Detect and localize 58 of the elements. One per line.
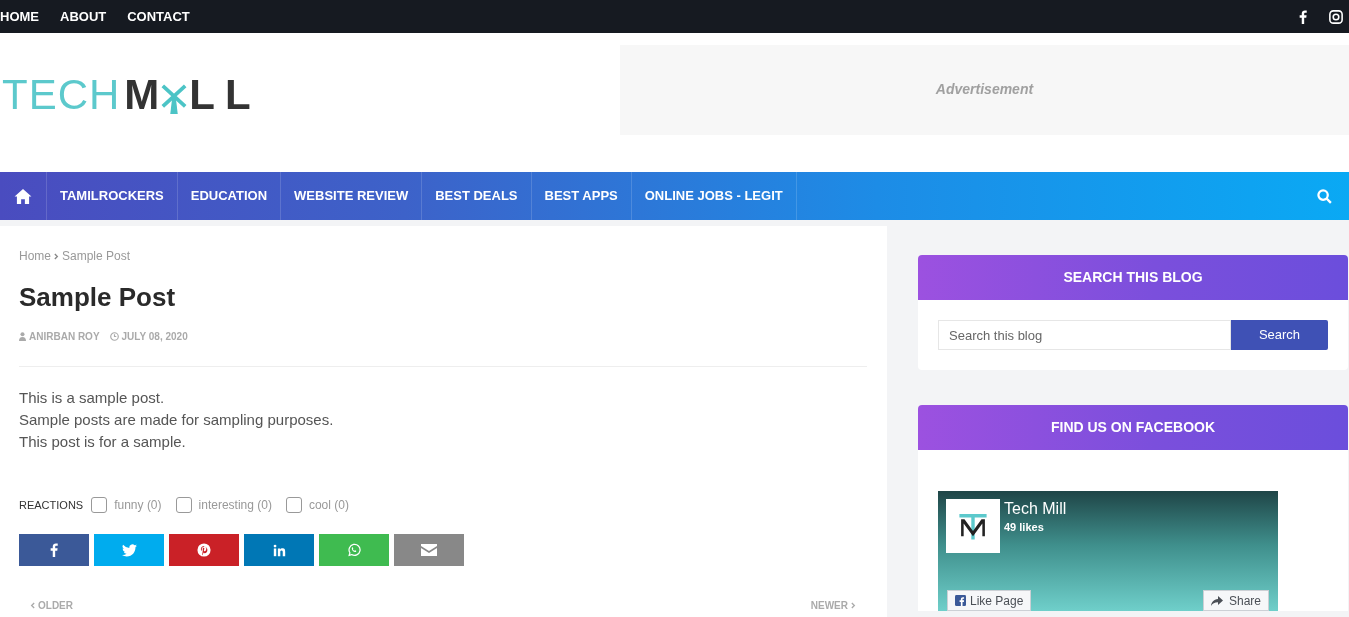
- linkedin-share-button[interactable]: [244, 534, 314, 566]
- nav-link[interactable]: EDUCATION: [177, 172, 282, 220]
- windmill-icon: [160, 82, 189, 115]
- instagram-link[interactable]: [1329, 9, 1343, 24]
- facebook-share-button[interactable]: [19, 534, 89, 566]
- reaction-label: cool (0): [308, 497, 349, 514]
- nav-link[interactable]: TAMILROCKERS: [47, 172, 178, 220]
- facebook-likes-count: 49 likes: [1004, 520, 1045, 535]
- reactions-label: REACTIONS: [19, 497, 84, 513]
- widget-title: FIND US ON FACEBOOK: [1050, 418, 1216, 437]
- facebook-page-name[interactable]: Tech Mill: [1004, 499, 1067, 519]
- share-arrow-icon: [1210, 595, 1223, 606]
- reaction-checkbox[interactable]: [175, 497, 192, 513]
- linkedin-icon: [272, 543, 286, 557]
- envelope-icon: [421, 544, 437, 556]
- home-icon: [14, 188, 32, 204]
- post-paragraph: This post is for a sample.: [19, 432, 187, 452]
- facebook-icon: [955, 595, 966, 606]
- post-paragraph: This is a sample post.: [19, 388, 166, 408]
- reaction-label: funny (0): [114, 497, 162, 514]
- chevron-right-icon: [54, 252, 59, 260]
- facebook-icon: [1299, 9, 1307, 24]
- top-menu-link[interactable]: CONTACT: [127, 6, 190, 27]
- whatsapp-share-button[interactable]: [319, 534, 389, 566]
- breadcrumb-current: Sample Post: [62, 248, 131, 265]
- reaction-checkbox[interactable]: [91, 497, 108, 513]
- post-paragraph: Sample posts are made for sampling purposes.: [19, 410, 335, 430]
- whatsapp-icon: [347, 543, 361, 557]
- clock-icon: [109, 332, 119, 341]
- search-field[interactable]: Search this blog: [938, 320, 1231, 350]
- post-title: Sample Post: [19, 281, 177, 313]
- top-menu-link[interactable]: HOME: [0, 6, 39, 27]
- chevron-left-icon: [30, 602, 35, 609]
- nav-link[interactable]: BEST DEALS: [422, 172, 532, 220]
- pinterest-icon: [197, 543, 211, 557]
- bird-icon: [121, 543, 137, 557]
- pinterest-share-button[interactable]: [169, 534, 239, 566]
- reaction-label: interesting (0): [198, 497, 272, 514]
- widget-title: SEARCH THIS BLOG: [1063, 268, 1203, 287]
- nav-link[interactable]: ONLINE JOBS - LEGIT: [631, 172, 797, 220]
- post-date: JULY 08, 2020: [121, 330, 188, 344]
- search-icon[interactable]: [1317, 188, 1332, 204]
- reaction-checkbox[interactable]: [285, 497, 302, 513]
- facebook-link[interactable]: [1299, 9, 1307, 24]
- advertisement-label: Advertisement: [935, 80, 1034, 99]
- instagram-icon: [1329, 9, 1343, 24]
- search-button[interactable]: Search: [1231, 320, 1328, 350]
- nav-link[interactable]: BEST APPS: [531, 172, 632, 220]
- like-page-button[interactable]: Like Page: [947, 590, 1032, 611]
- facebook-icon: [50, 543, 58, 557]
- chevron-right-icon: [851, 602, 856, 609]
- share-button[interactable]: Share: [1202, 590, 1269, 611]
- nav-link[interactable]: WEBSITE REVIEW: [281, 172, 423, 220]
- top-menu-link[interactable]: ABOUT: [60, 6, 107, 27]
- email-share-button[interactable]: [394, 534, 464, 566]
- site-logo[interactable]: TECH M LL: [2, 74, 261, 115]
- twitter-share-button[interactable]: [94, 534, 164, 566]
- user-icon: [19, 332, 26, 341]
